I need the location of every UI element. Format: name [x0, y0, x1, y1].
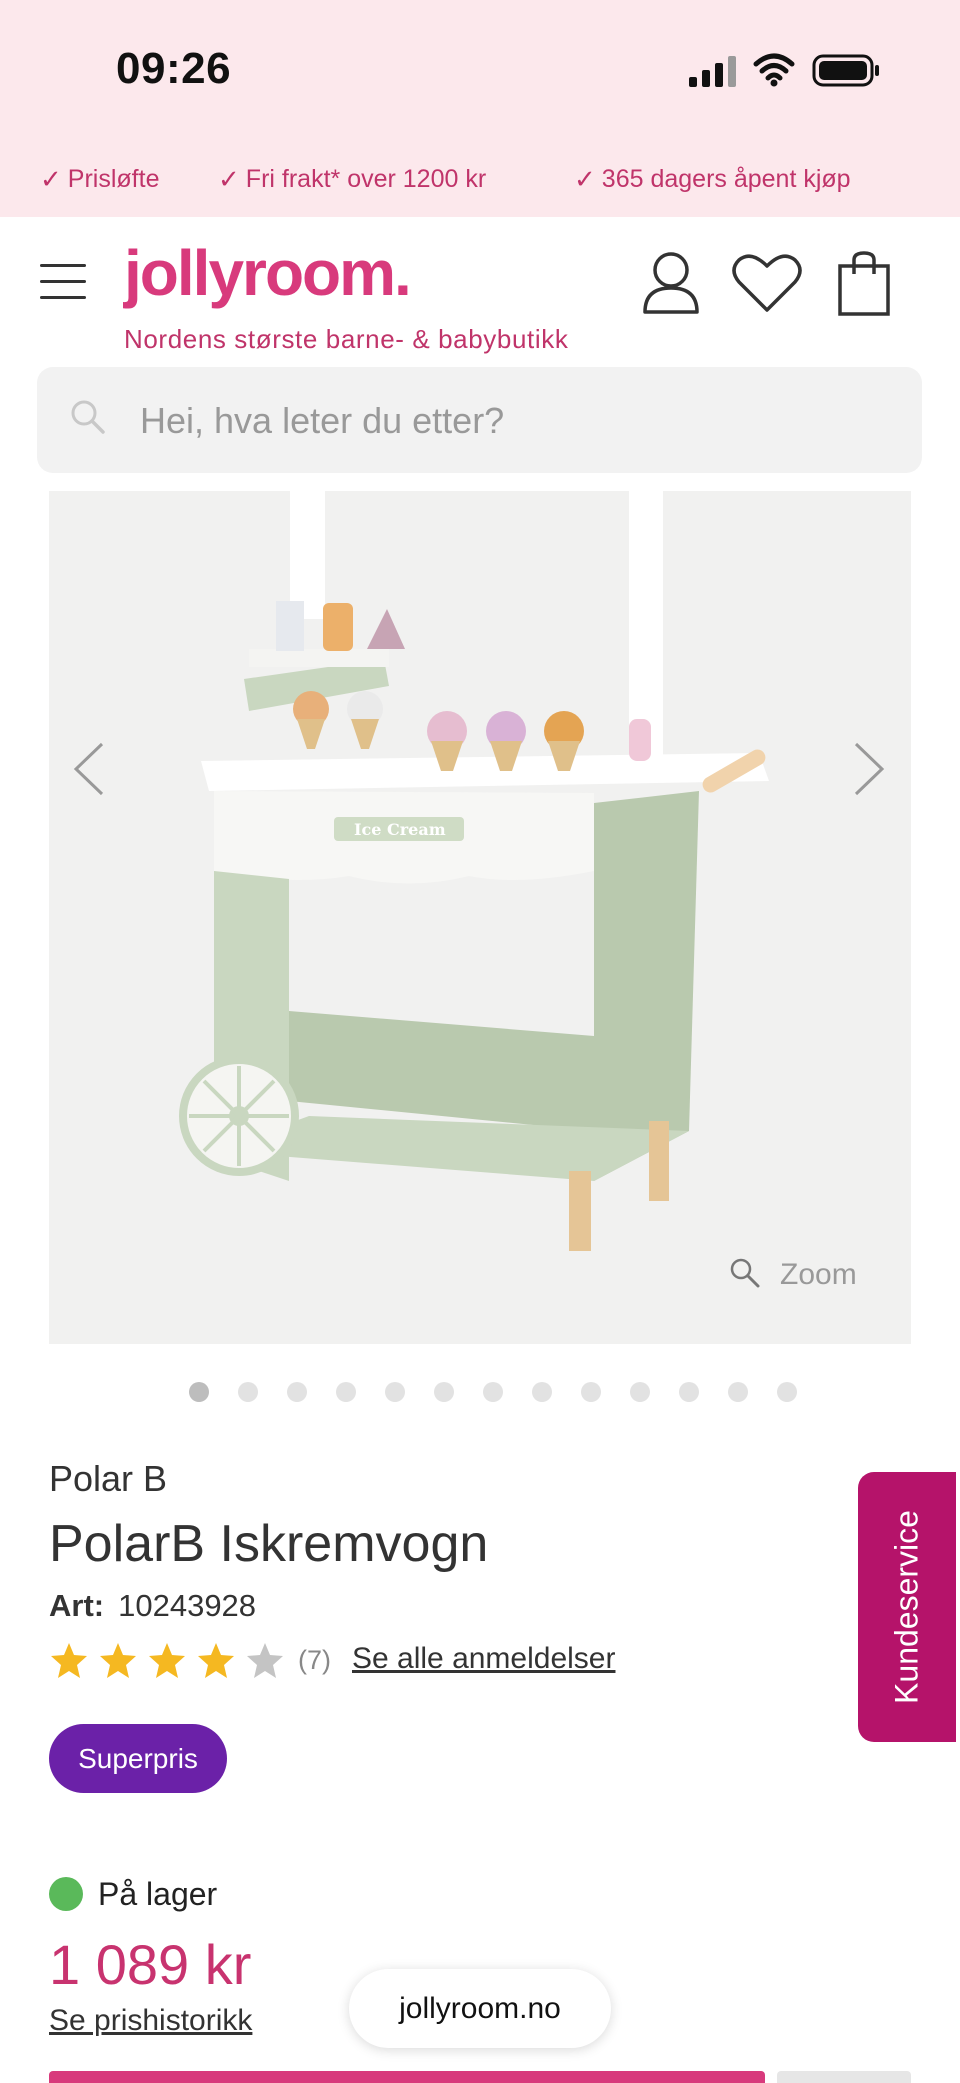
usp-item: ✓ 365 dagers åpent kjøp — [574, 164, 851, 195]
superpris-badge: Superpris — [49, 1724, 227, 1793]
usp-item: ✓ Prisløfte — [40, 164, 159, 195]
star-icon — [247, 1643, 283, 1678]
rating-count: (7) — [298, 1645, 331, 1675]
menu-icon-line — [40, 280, 86, 283]
article-value: 10243928 — [118, 1588, 257, 1623]
image-text: Ice Cream — [354, 820, 446, 839]
heart-icon[interactable] — [731, 252, 803, 314]
chevron-right-icon[interactable] — [848, 740, 888, 798]
menu-icon — [40, 264, 86, 267]
search-placeholder: Hei, hva leter du etter? — [140, 400, 505, 441]
carousel-dot[interactable] — [336, 1382, 356, 1402]
product-price: 1 089 kr — [49, 1933, 252, 1996]
star-icon — [149, 1643, 185, 1678]
check-icon: ✓ — [40, 164, 62, 194]
product-title: PolarB Iskremvogn — [49, 1515, 489, 1573]
signal-icon — [689, 56, 736, 87]
carousel-dot[interactable] — [238, 1382, 258, 1402]
carousel-dot[interactable] — [434, 1382, 454, 1402]
check-icon: ✓ — [574, 164, 596, 194]
cart-icon[interactable] — [836, 250, 892, 318]
product-brand[interactable]: Polar B — [49, 1458, 167, 1500]
usp-item: ✓ Fri frakt* over 1200 kr — [218, 164, 486, 195]
secondary-button[interactable] — [777, 2071, 911, 2083]
stock-status: På lager — [98, 1876, 218, 1912]
carousel-dot[interactable] — [679, 1382, 699, 1402]
star-icon — [198, 1643, 234, 1678]
search-icon — [71, 400, 105, 434]
customer-service-tab[interactable]: Kundeservice — [858, 1472, 956, 1742]
usp-label: Fri frakt* over 1200 kr — [245, 165, 487, 193]
chevron-left-icon[interactable] — [70, 740, 110, 798]
carousel-dot[interactable] — [532, 1382, 552, 1402]
menu-icon-line — [40, 296, 86, 299]
zoom-icon[interactable] — [728, 1256, 762, 1290]
status-time: 09:26 — [116, 44, 232, 93]
carousel-dot[interactable] — [189, 1382, 209, 1402]
check-icon: ✓ — [218, 164, 240, 194]
carousel-dot[interactable] — [385, 1382, 405, 1402]
menu-button[interactable] — [36, 258, 90, 306]
customer-service-label: Kundeservice — [888, 1510, 925, 1704]
star-icon — [100, 1643, 136, 1678]
article-number: Art: 10243928 — [49, 1588, 256, 1624]
carousel-dot[interactable] — [630, 1382, 650, 1402]
carousel-dot[interactable] — [287, 1382, 307, 1402]
star-rating — [49, 1641, 289, 1686]
carousel-dot[interactable] — [728, 1382, 748, 1402]
carousel-dot[interactable] — [777, 1382, 797, 1402]
article-label: Art: — [49, 1588, 105, 1623]
product-image[interactable]: Ice Cream — [49, 491, 911, 1344]
star-icon — [51, 1643, 87, 1678]
ice-cream-cart-illustration: Ice Cream — [179, 491, 769, 1251]
battery-icon — [812, 54, 879, 87]
account-icon[interactable] — [640, 250, 702, 316]
zoom-label[interactable]: Zoom — [780, 1258, 857, 1292]
usp-label: Prisløfte — [67, 165, 160, 193]
wifi-icon — [753, 53, 795, 87]
reviews-link[interactable]: Se alle anmeldelser — [352, 1642, 615, 1676]
tagline: Nordens største barne- & babybutikk — [124, 324, 569, 354]
stock-indicator — [49, 1877, 83, 1911]
usp-label: 365 dagers åpent kjøp — [601, 165, 851, 193]
logo[interactable]: jollyroom. — [124, 236, 412, 310]
carousel-dot[interactable] — [483, 1382, 503, 1402]
carousel-dot[interactable] — [581, 1382, 601, 1402]
add-to-cart-button[interactable] — [49, 2071, 765, 2083]
price-history-link[interactable]: Se prishistorikk — [49, 2004, 252, 2038]
browser-url-bar[interactable]: jollyroom.no — [349, 1969, 611, 2048]
